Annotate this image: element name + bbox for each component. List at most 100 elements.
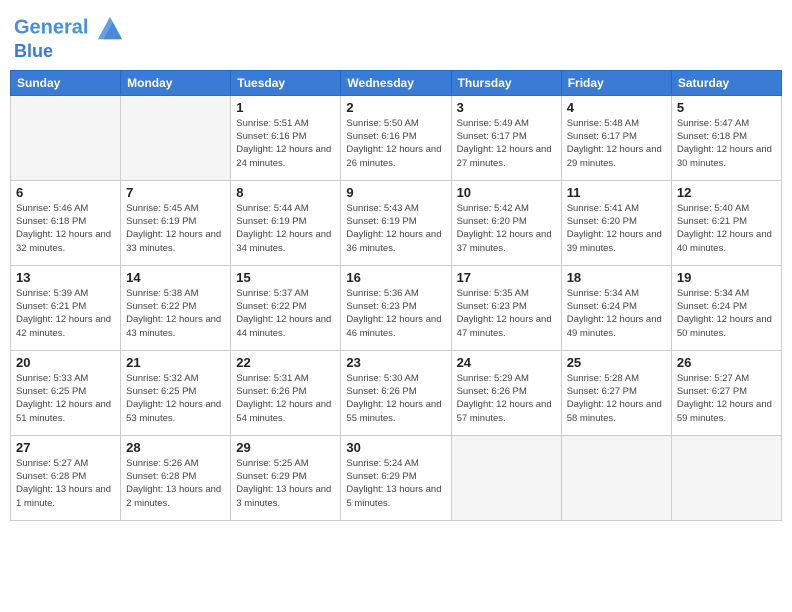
- day-number: 5: [677, 100, 776, 115]
- calendar-cell: [121, 95, 231, 180]
- day-info: Sunrise: 5:34 AM Sunset: 6:24 PM Dayligh…: [677, 287, 776, 340]
- logo-blue: Blue: [14, 42, 124, 62]
- calendar-cell: 28Sunrise: 5:26 AM Sunset: 6:28 PM Dayli…: [121, 435, 231, 520]
- day-info: Sunrise: 5:37 AM Sunset: 6:22 PM Dayligh…: [236, 287, 335, 340]
- day-info: Sunrise: 5:26 AM Sunset: 6:28 PM Dayligh…: [126, 457, 225, 510]
- day-number: 1: [236, 100, 335, 115]
- day-info: Sunrise: 5:33 AM Sunset: 6:25 PM Dayligh…: [16, 372, 115, 425]
- day-info: Sunrise: 5:51 AM Sunset: 6:16 PM Dayligh…: [236, 117, 335, 170]
- calendar-cell: 6 Sunrise: 5:46 AM Sunset: 6:18 PM Daylig…: [11, 180, 121, 265]
- week-row-5: 27 Sunrise: 5:27 AM Sunset: 6:28 PM Dayli…: [11, 435, 782, 520]
- day-number: 8: [236, 185, 335, 200]
- calendar-cell: 18Sunrise: 5:34 AM Sunset: 6:24 PM Dayli…: [561, 265, 671, 350]
- calendar-cell: 29Sunrise: 5:25 AM Sunset: 6:29 PM Dayli…: [231, 435, 341, 520]
- calendar-header-thursday: Thursday: [451, 70, 561, 95]
- calendar-header-saturday: Saturday: [671, 70, 781, 95]
- day-info: Sunrise: 5:27 AM Sunset: 6:27 PM Dayligh…: [677, 372, 776, 425]
- day-info: Sunrise: 5:45 AM Sunset: 6:19 PM Dayligh…: [126, 202, 225, 255]
- calendar-cell: [11, 95, 121, 180]
- calendar-cell: 13Sunrise: 5:39 AM Sunset: 6:21 PM Dayli…: [11, 265, 121, 350]
- calendar-cell: 26 Sunrise: 5:27 AM Sunset: 6:27 PM Dayli…: [671, 350, 781, 435]
- day-info: Sunrise: 5:40 AM Sunset: 6:21 PM Dayligh…: [677, 202, 776, 255]
- calendar-cell: [671, 435, 781, 520]
- day-number: 15: [236, 270, 335, 285]
- calendar-cell: 7 Sunrise: 5:45 AM Sunset: 6:19 PM Daylig…: [121, 180, 231, 265]
- logo-text: General: [14, 14, 124, 42]
- day-number: 26: [677, 355, 776, 370]
- day-info: Sunrise: 5:27 AM Sunset: 6:28 PM Dayligh…: [16, 457, 115, 510]
- day-number: 25: [567, 355, 666, 370]
- calendar-cell: 15 Sunrise: 5:37 AM Sunset: 6:22 PM Dayli…: [231, 265, 341, 350]
- calendar-cell: 5 Sunrise: 5:47 AM Sunset: 6:18 PM Daylig…: [671, 95, 781, 180]
- day-number: 3: [457, 100, 556, 115]
- day-number: 14: [126, 270, 225, 285]
- day-number: 29: [236, 440, 335, 455]
- calendar-cell: 17 Sunrise: 5:35 AM Sunset: 6:23 PM Dayli…: [451, 265, 561, 350]
- header: General Blue: [10, 10, 782, 62]
- day-number: 7: [126, 185, 225, 200]
- calendar-cell: 3 Sunrise: 5:49 AM Sunset: 6:17 PM Daylig…: [451, 95, 561, 180]
- day-number: 10: [457, 185, 556, 200]
- day-number: 17: [457, 270, 556, 285]
- day-number: 4: [567, 100, 666, 115]
- calendar-cell: 22 Sunrise: 5:31 AM Sunset: 6:26 PM Dayli…: [231, 350, 341, 435]
- day-info: Sunrise: 5:49 AM Sunset: 6:17 PM Dayligh…: [457, 117, 556, 170]
- calendar-cell: 16Sunrise: 5:36 AM Sunset: 6:23 PM Dayli…: [341, 265, 451, 350]
- day-number: 27: [16, 440, 115, 455]
- day-number: 30: [346, 440, 445, 455]
- day-number: 9: [346, 185, 445, 200]
- calendar-cell: 25 Sunrise: 5:28 AM Sunset: 6:27 PM Dayli…: [561, 350, 671, 435]
- calendar-cell: 30 Sunrise: 5:24 AM Sunset: 6:29 PM Dayli…: [341, 435, 451, 520]
- calendar-cell: 9 Sunrise: 5:43 AM Sunset: 6:19 PM Daylig…: [341, 180, 451, 265]
- day-info: Sunrise: 5:36 AM Sunset: 6:23 PM Dayligh…: [346, 287, 445, 340]
- day-info: Sunrise: 5:30 AM Sunset: 6:26 PM Dayligh…: [346, 372, 445, 425]
- week-row-3: 13Sunrise: 5:39 AM Sunset: 6:21 PM Dayli…: [11, 265, 782, 350]
- calendar-cell: 14Sunrise: 5:38 AM Sunset: 6:22 PM Dayli…: [121, 265, 231, 350]
- day-info: Sunrise: 5:39 AM Sunset: 6:21 PM Dayligh…: [16, 287, 115, 340]
- day-number: 24: [457, 355, 556, 370]
- calendar-cell: 20 Sunrise: 5:33 AM Sunset: 6:25 PM Dayli…: [11, 350, 121, 435]
- day-info: Sunrise: 5:29 AM Sunset: 6:26 PM Dayligh…: [457, 372, 556, 425]
- day-info: Sunrise: 5:34 AM Sunset: 6:24 PM Dayligh…: [567, 287, 666, 340]
- day-info: Sunrise: 5:47 AM Sunset: 6:18 PM Dayligh…: [677, 117, 776, 170]
- day-info: Sunrise: 5:44 AM Sunset: 6:19 PM Dayligh…: [236, 202, 335, 255]
- day-info: Sunrise: 5:31 AM Sunset: 6:26 PM Dayligh…: [236, 372, 335, 425]
- day-info: Sunrise: 5:42 AM Sunset: 6:20 PM Dayligh…: [457, 202, 556, 255]
- calendar-cell: 12 Sunrise: 5:40 AM Sunset: 6:21 PM Dayli…: [671, 180, 781, 265]
- day-number: 22: [236, 355, 335, 370]
- calendar-cell: 2 Sunrise: 5:50 AM Sunset: 6:16 PM Daylig…: [341, 95, 451, 180]
- day-info: Sunrise: 5:41 AM Sunset: 6:20 PM Dayligh…: [567, 202, 666, 255]
- logo: General Blue: [14, 14, 124, 62]
- day-number: 12: [677, 185, 776, 200]
- day-info: Sunrise: 5:32 AM Sunset: 6:25 PM Dayligh…: [126, 372, 225, 425]
- day-info: Sunrise: 5:28 AM Sunset: 6:27 PM Dayligh…: [567, 372, 666, 425]
- calendar-header-tuesday: Tuesday: [231, 70, 341, 95]
- day-number: 19: [677, 270, 776, 285]
- week-row-1: 1 Sunrise: 5:51 AM Sunset: 6:16 PM Daylig…: [11, 95, 782, 180]
- week-row-2: 6 Sunrise: 5:46 AM Sunset: 6:18 PM Daylig…: [11, 180, 782, 265]
- calendar-header-row: SundayMondayTuesdayWednesdayThursdayFrid…: [11, 70, 782, 95]
- day-info: Sunrise: 5:46 AM Sunset: 6:18 PM Dayligh…: [16, 202, 115, 255]
- day-number: 2: [346, 100, 445, 115]
- calendar-header-monday: Monday: [121, 70, 231, 95]
- calendar-cell: [561, 435, 671, 520]
- day-info: Sunrise: 5:50 AM Sunset: 6:16 PM Dayligh…: [346, 117, 445, 170]
- day-info: Sunrise: 5:35 AM Sunset: 6:23 PM Dayligh…: [457, 287, 556, 340]
- calendar-cell: 11Sunrise: 5:41 AM Sunset: 6:20 PM Dayli…: [561, 180, 671, 265]
- day-info: Sunrise: 5:43 AM Sunset: 6:19 PM Dayligh…: [346, 202, 445, 255]
- calendar-cell: 24 Sunrise: 5:29 AM Sunset: 6:26 PM Dayli…: [451, 350, 561, 435]
- calendar-cell: 23 Sunrise: 5:30 AM Sunset: 6:26 PM Dayli…: [341, 350, 451, 435]
- calendar-cell: 4 Sunrise: 5:48 AM Sunset: 6:17 PM Daylig…: [561, 95, 671, 180]
- calendar-cell: 1 Sunrise: 5:51 AM Sunset: 6:16 PM Daylig…: [231, 95, 341, 180]
- calendar: SundayMondayTuesdayWednesdayThursdayFrid…: [10, 70, 782, 521]
- week-row-4: 20 Sunrise: 5:33 AM Sunset: 6:25 PM Dayli…: [11, 350, 782, 435]
- day-info: Sunrise: 5:48 AM Sunset: 6:17 PM Dayligh…: [567, 117, 666, 170]
- calendar-cell: 21 Sunrise: 5:32 AM Sunset: 6:25 PM Dayli…: [121, 350, 231, 435]
- day-number: 21: [126, 355, 225, 370]
- day-number: 6: [16, 185, 115, 200]
- day-number: 20: [16, 355, 115, 370]
- calendar-header-sunday: Sunday: [11, 70, 121, 95]
- calendar-cell: 19 Sunrise: 5:34 AM Sunset: 6:24 PM Dayli…: [671, 265, 781, 350]
- day-info: Sunrise: 5:24 AM Sunset: 6:29 PM Dayligh…: [346, 457, 445, 510]
- day-number: 23: [346, 355, 445, 370]
